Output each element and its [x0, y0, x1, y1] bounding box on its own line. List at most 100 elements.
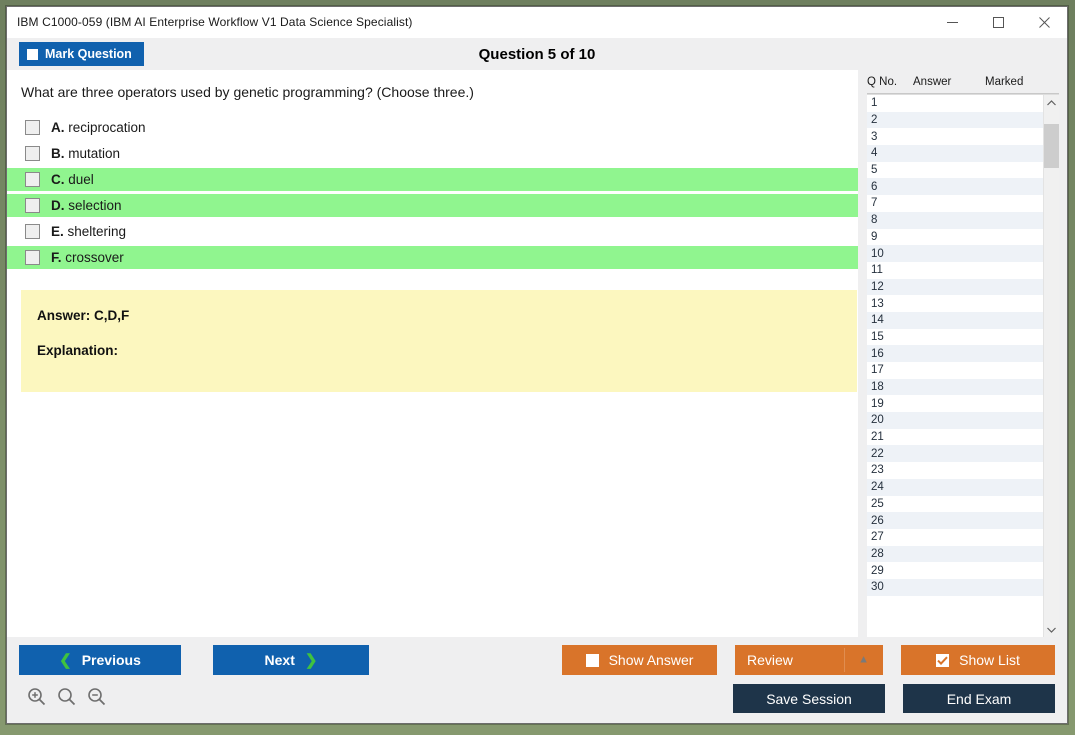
answer-option-letter: F.	[51, 250, 62, 265]
answer-option-d[interactable]: D. selection	[7, 194, 858, 217]
question-list-row[interactable]: 23	[867, 462, 1043, 479]
question-list-qno: 1	[871, 97, 878, 110]
question-list-scrollbar[interactable]	[1043, 95, 1059, 637]
question-list-qno: 20	[871, 414, 884, 427]
question-list-row[interactable]: 16	[867, 345, 1043, 362]
question-list-row[interactable]: 29	[867, 562, 1043, 579]
answer-option-label: A. reciprocation	[51, 120, 146, 135]
question-list-row[interactable]: 2	[867, 111, 1043, 129]
question-list-row[interactable]: 13	[867, 295, 1043, 312]
answer-option-checkbox[interactable]	[25, 224, 40, 239]
answer-option-letter: E.	[51, 224, 64, 239]
question-list-row[interactable]: 27	[867, 529, 1043, 546]
answer-option-letter: B.	[51, 146, 65, 161]
question-list-row[interactable]: 19	[867, 395, 1043, 412]
answer-option-a[interactable]: A. reciprocation	[7, 116, 858, 139]
body-row: What are three operators used by genetic…	[7, 70, 1067, 637]
end-exam-button[interactable]: End Exam	[903, 684, 1055, 713]
answer-option-text: reciprocation	[68, 120, 146, 135]
question-list-row[interactable]: 26	[867, 512, 1043, 529]
review-label: Review	[747, 652, 793, 668]
scrollbar-track[interactable]	[1044, 110, 1059, 622]
question-list-row[interactable]: 24	[867, 478, 1043, 496]
answer-option-label: D. selection	[51, 198, 122, 213]
question-list-row[interactable]: 12	[867, 278, 1043, 296]
question-list-row[interactable]: 20	[867, 412, 1043, 429]
question-list-qno: 28	[871, 547, 884, 560]
zoom-out-icon[interactable]	[87, 687, 106, 711]
question-list-qno: 17	[871, 364, 884, 377]
show-answer-button[interactable]: Show Answer	[562, 645, 717, 675]
question-list-qno: 9	[871, 230, 878, 243]
question-list-qno: 21	[871, 431, 884, 444]
question-header-bar: Mark Question Question 5 of 10	[7, 38, 1067, 70]
save-session-button[interactable]: Save Session	[733, 684, 885, 713]
next-button-label: Next	[264, 652, 295, 668]
maximize-button[interactable]	[975, 7, 1021, 37]
question-list-row[interactable]: 14	[867, 311, 1043, 329]
footer-row-secondary: Save Session End Exam	[19, 684, 1055, 713]
zoom-reset-icon[interactable]	[57, 687, 76, 711]
question-list-row[interactable]: 3	[867, 128, 1043, 145]
question-list-row[interactable]: 8	[867, 211, 1043, 229]
mark-question-button[interactable]: Mark Question	[19, 42, 144, 66]
question-list-row[interactable]: 22	[867, 445, 1043, 463]
next-button[interactable]: Next ❯	[213, 645, 369, 675]
question-list-row[interactable]: 21	[867, 429, 1043, 446]
answer-option-e[interactable]: E. sheltering	[7, 220, 858, 243]
scroll-down-arrow-icon[interactable]	[1044, 622, 1059, 637]
question-text: What are three operators used by genetic…	[21, 84, 474, 100]
question-list-row[interactable]: 10	[867, 245, 1043, 262]
question-list-row[interactable]: 11	[867, 262, 1043, 279]
answer-option-letter: A.	[51, 120, 65, 135]
question-list-row[interactable]: 25	[867, 496, 1043, 513]
question-list-row[interactable]: 5	[867, 162, 1043, 179]
answer-option-f[interactable]: F. crossover	[7, 246, 858, 269]
answer-option-c[interactable]: C. duel	[7, 168, 858, 191]
minimize-button[interactable]	[929, 7, 975, 37]
question-list-header: Q No. Answer Marked	[867, 76, 1059, 94]
question-list-row[interactable]: 15	[867, 329, 1043, 346]
answer-line: Answer: C,D,F	[37, 308, 130, 323]
close-button[interactable]	[1021, 7, 1067, 37]
answer-option-b[interactable]: B. mutation	[7, 142, 858, 165]
question-list-row[interactable]: 1	[867, 95, 1043, 112]
answer-option-checkbox[interactable]	[25, 146, 40, 161]
answer-option-checkbox[interactable]	[25, 172, 40, 187]
answer-option-text: duel	[68, 172, 94, 187]
answer-option-text: crossover	[65, 250, 124, 265]
previous-button[interactable]: ❮ Previous	[19, 645, 181, 675]
maximize-icon	[992, 16, 1004, 28]
answer-option-checkbox[interactable]	[25, 198, 40, 213]
question-list-row[interactable]: 4	[867, 145, 1043, 162]
question-list-row[interactable]: 6	[867, 178, 1043, 196]
answer-option-letter: C.	[51, 172, 65, 187]
show-list-button[interactable]: Show List	[901, 645, 1055, 675]
scroll-up-arrow-icon[interactable]	[1044, 95, 1059, 110]
mark-question-checkbox-icon	[27, 48, 38, 60]
question-list-row[interactable]: 28	[867, 545, 1043, 563]
zoom-in-icon[interactable]	[27, 687, 46, 711]
review-divider	[844, 648, 845, 672]
exam-window: IBM C1000-059 (IBM AI Enterprise Workflo…	[6, 6, 1068, 724]
end-exam-label: End Exam	[946, 690, 1012, 707]
question-list-panel: Q No. Answer Marked 1 2 3 4 5 6 7 8 9 10 11 12 13 14 1…	[858, 70, 1067, 637]
question-list-qno: 19	[871, 397, 884, 410]
show-list-checkbox-icon	[936, 653, 950, 667]
question-list-qno: 27	[871, 531, 884, 544]
review-dropdown-button[interactable]: Review ▲	[735, 645, 883, 675]
show-list-label: Show List	[959, 652, 1020, 668]
answer-option-label: E. sheltering	[51, 224, 126, 239]
answer-options-list: A. reciprocation B. mutation C. duel D. sel…	[7, 116, 858, 269]
question-list-row[interactable]: 9	[867, 229, 1043, 246]
question-list-row[interactable]: 7	[867, 195, 1043, 212]
answer-option-label: C. duel	[51, 172, 94, 187]
chevron-up-icon: ▲	[858, 653, 869, 666]
question-list-row[interactable]: 17	[867, 362, 1043, 379]
scrollbar-thumb[interactable]	[1044, 124, 1059, 168]
question-list-row[interactable]: 18	[867, 378, 1043, 396]
answer-option-checkbox[interactable]	[25, 250, 40, 265]
answer-option-checkbox[interactable]	[25, 120, 40, 135]
answer-option-text: selection	[68, 198, 122, 213]
question-list-row[interactable]: 30	[867, 578, 1043, 596]
